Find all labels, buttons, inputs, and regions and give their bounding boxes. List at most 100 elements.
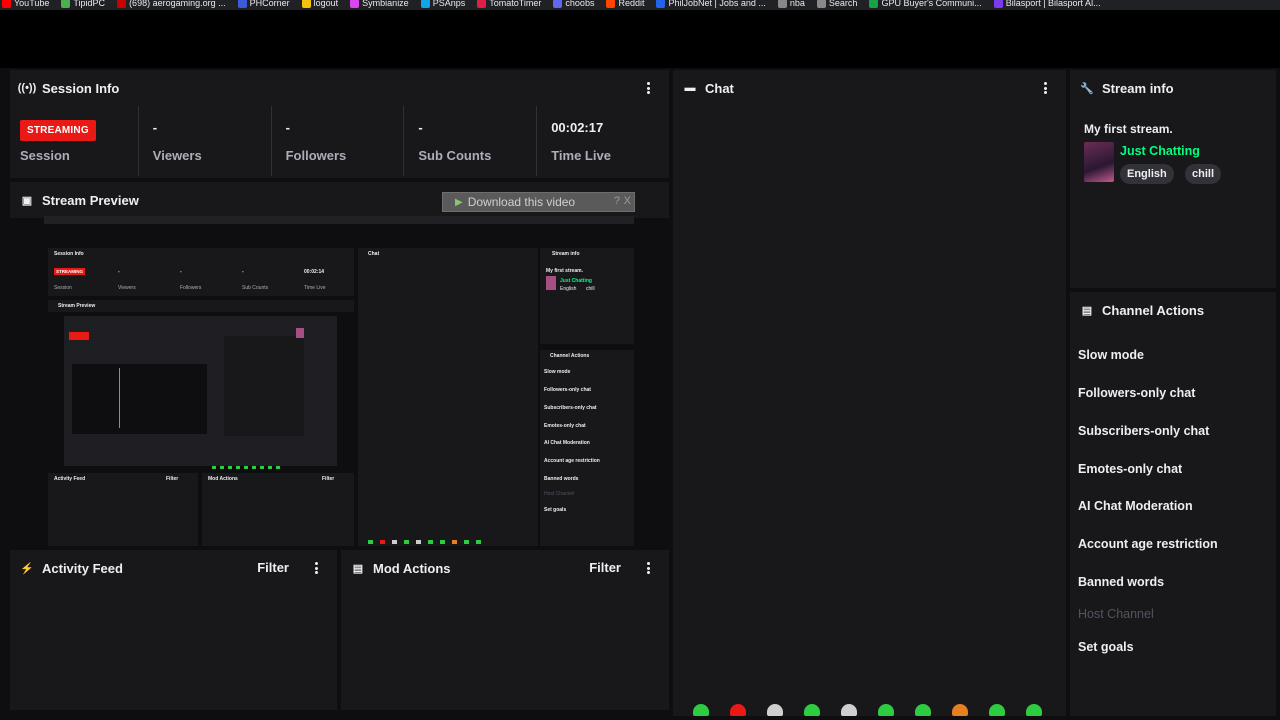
stat-label: Sub Counts xyxy=(418,148,492,163)
bookmark-item[interactable]: (698) aerogaming.org ... xyxy=(117,0,226,8)
channel-actions-panel: ▤ Channel Actions Slow mode Followers-on… xyxy=(1070,292,1276,716)
bookmark-item[interactable]: choobs xyxy=(553,0,594,8)
emote-icon[interactable] xyxy=(693,704,709,716)
emote-icon[interactable] xyxy=(1026,704,1042,716)
action-followers-only-chat[interactable]: Followers-only chat xyxy=(1078,386,1195,400)
mini-value: - xyxy=(242,269,244,275)
bookmark-label: (698) aerogaming.org ... xyxy=(129,0,226,8)
stream-info-panel: 🔧 Stream info My first stream. Just Chat… xyxy=(1070,70,1276,288)
bookmark-item[interactable]: GPU Buyer's Communi... xyxy=(869,0,982,8)
filter-button[interactable]: Filter xyxy=(589,560,621,575)
lightning-icon: ⚡ xyxy=(20,562,34,575)
help-icon[interactable]: ? xyxy=(614,195,620,207)
bookmark-label: Symbianize xyxy=(362,0,409,8)
action-ai-chat-moderation[interactable]: AI Chat Moderation xyxy=(1078,499,1193,513)
bookmark-item[interactable]: Symbianize xyxy=(350,0,409,8)
bookmark-item[interactable]: logout xyxy=(301,0,338,8)
tag-chill[interactable]: chill xyxy=(1185,164,1222,184)
play-icon: ▶ xyxy=(455,196,463,208)
filter-button[interactable]: Filter xyxy=(257,560,289,575)
mini-session-title: Session Info xyxy=(54,251,84,257)
bookmark-item[interactable]: nba xyxy=(777,0,805,8)
mini-mod-title: Mod Actions xyxy=(208,476,238,482)
mini-bookmarks xyxy=(44,216,634,224)
chat-bubble-icon: ▬ xyxy=(684,82,696,94)
activity-feed-title: Activity Feed xyxy=(42,560,123,576)
bookmark-item[interactable]: YouTube xyxy=(2,0,49,8)
bookmark-item[interactable]: Bilasport | Bilasport Al... xyxy=(993,0,1101,8)
bookmark-item[interactable]: Search xyxy=(816,0,857,8)
stat-value: - xyxy=(285,120,290,135)
emote-row xyxy=(693,704,1042,716)
mini-preview-title: Stream Preview xyxy=(58,303,96,309)
emote-icon[interactable] xyxy=(989,704,1005,716)
emote-icon[interactable] xyxy=(915,704,931,716)
action-slow-mode[interactable]: Slow mode xyxy=(1078,348,1144,362)
bookmark-favicon-icon xyxy=(61,0,71,8)
action-banned-words[interactable]: Banned words xyxy=(1078,575,1164,589)
stat-value: 00:02:17 xyxy=(551,120,604,135)
action-emotes-only-chat[interactable]: Emotes-only chat xyxy=(1078,462,1182,476)
stat-viewers: - Viewers xyxy=(137,106,271,176)
emote-icon[interactable] xyxy=(878,704,894,716)
chat-title: Chat xyxy=(705,80,734,96)
mini-action: Host Channel xyxy=(544,491,575,497)
bookmark-item[interactable]: TipidPC xyxy=(61,0,105,8)
mini-nested-emotes xyxy=(212,466,280,469)
download-label: Download this video xyxy=(467,195,576,209)
emote-icon[interactable] xyxy=(767,704,783,716)
bookmark-favicon-icon xyxy=(237,0,247,8)
bookmark-item[interactable]: PSAnps xyxy=(420,0,465,8)
action-subscribers-only-chat[interactable]: Subscribers-only chat xyxy=(1078,424,1209,438)
mini-chat-title: Chat xyxy=(368,251,380,257)
mini-action: AI Chat Moderation xyxy=(544,440,590,446)
mini-action: Set goals xyxy=(544,507,567,513)
more-options-icon[interactable] xyxy=(313,560,319,576)
bookmark-item[interactable]: PHCorner xyxy=(237,0,290,8)
action-set-goals[interactable]: Set goals xyxy=(1078,640,1134,654)
bookmark-label: nba xyxy=(789,0,805,8)
bookmark-item[interactable]: TomatoTimer xyxy=(477,0,541,8)
emote-icon[interactable] xyxy=(804,704,820,716)
stream-preview-panel: ▣ Stream Preview Session Info STREAMING … xyxy=(10,182,669,546)
mod-actions-panel: ▤ Mod Actions Filter xyxy=(341,550,669,710)
session-info-title: Session Info xyxy=(42,80,120,96)
action-account-age-restriction[interactable]: Account age restriction xyxy=(1078,537,1218,551)
stat-label: Followers xyxy=(285,148,347,163)
bookmark-label: choobs xyxy=(565,0,595,8)
bookmark-label: TipidPC xyxy=(73,0,106,8)
stat-sub-counts: - Sub Counts xyxy=(403,106,536,176)
download-video-button[interactable]: ▶ Download this video ? X xyxy=(442,192,635,212)
tag-english[interactable]: English xyxy=(1120,164,1174,184)
streaming-badge: STREAMING xyxy=(20,120,96,141)
bookmark-item[interactable]: Reddit xyxy=(606,0,644,8)
emote-icon[interactable] xyxy=(841,704,857,716)
more-options-icon[interactable] xyxy=(645,560,651,576)
stream-info-header: 🔧 Stream info xyxy=(1070,70,1276,106)
stream-preview-video[interactable]: Session Info STREAMING Session - Viewers… xyxy=(44,216,634,546)
more-options-icon[interactable] xyxy=(645,80,651,96)
category-thumbnail[interactable] xyxy=(1084,142,1114,182)
bookmark-label: YouTube xyxy=(14,0,50,8)
close-icon[interactable]: X xyxy=(624,195,631,207)
bookmark-favicon-icon xyxy=(477,0,487,8)
mini-action: Emotes-only chat xyxy=(544,423,586,429)
more-options-icon[interactable] xyxy=(1042,80,1048,96)
bookmark-label: Reddit xyxy=(618,0,645,8)
mini-action: Subscribers-only chat xyxy=(544,405,597,411)
stat-session: STREAMING Session xyxy=(10,106,138,176)
mini-chat-panel: Chat xyxy=(358,248,538,546)
emote-icon[interactable] xyxy=(730,704,746,716)
bookmark-label: TomatoTimer xyxy=(489,0,542,8)
bookmark-item[interactable]: PhilJobNet | Jobs and ... xyxy=(656,0,766,8)
emote-icon[interactable] xyxy=(952,704,968,716)
stream-preview-title: Stream Preview xyxy=(42,192,139,208)
mini-value: - xyxy=(118,269,120,275)
mini-value: 00:02:14 xyxy=(304,269,325,275)
stream-info-title: Stream info xyxy=(1102,80,1174,96)
mini-filter: Filter xyxy=(322,476,335,482)
mod-actions-title: Mod Actions xyxy=(373,560,451,576)
session-info-panel: ((•)) Session Info STREAMING Session - V… xyxy=(10,70,669,178)
stat-label: Viewers xyxy=(152,148,202,163)
category-link[interactable]: Just Chatting xyxy=(1120,144,1200,158)
